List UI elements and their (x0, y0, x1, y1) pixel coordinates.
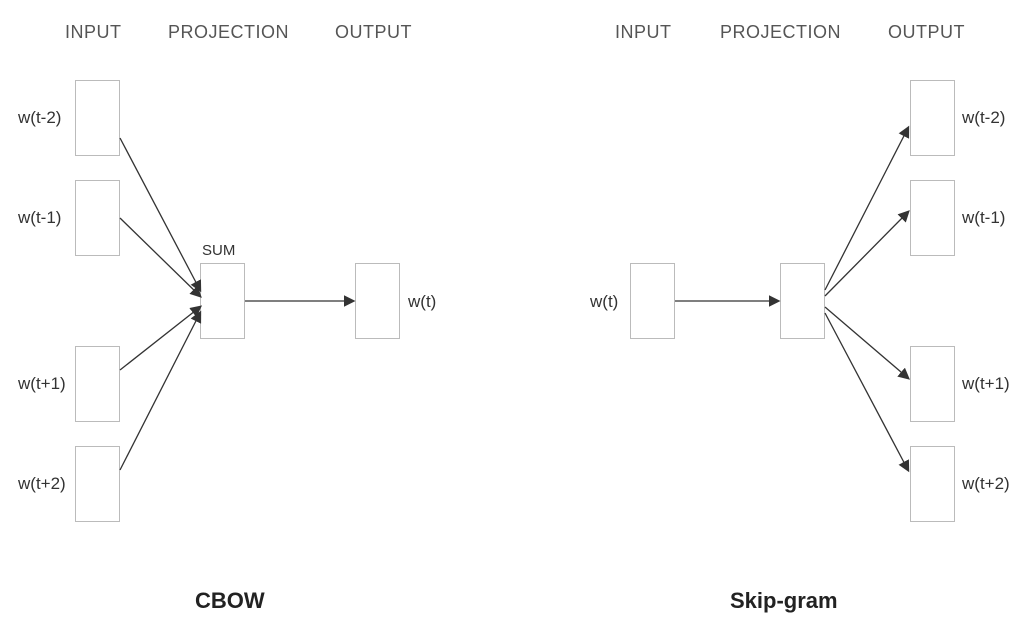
skipgram-input-label: w(t) (590, 292, 618, 312)
cbow-input-label-0: w(t-2) (18, 108, 61, 128)
cbow-input-label-1: w(t-1) (18, 208, 61, 228)
cbow-output-label: w(t) (408, 292, 436, 312)
header-projection-right: PROJECTION (720, 22, 841, 43)
skipgram-output-box-2 (910, 346, 955, 422)
diagram-canvas: INPUT PROJECTION OUTPUT INPUT PROJECTION… (0, 0, 1024, 642)
skipgram-title: Skip-gram (730, 588, 838, 614)
header-input-right: INPUT (615, 22, 672, 43)
header-projection-left: PROJECTION (168, 22, 289, 43)
header-output-left: OUTPUT (335, 22, 412, 43)
cbow-input-box-0 (75, 80, 120, 156)
cbow-input-label-3: w(t+2) (18, 474, 66, 494)
skipgram-projection-box (780, 263, 825, 339)
skipgram-input-box (630, 263, 675, 339)
cbow-input-box-1 (75, 180, 120, 256)
skipgram-output-label-1: w(t-1) (962, 208, 1005, 228)
skipgram-output-label-2: w(t+1) (962, 374, 1010, 394)
cbow-output-box (355, 263, 400, 339)
cbow-input-box-3 (75, 446, 120, 522)
cbow-input-label-2: w(t+1) (18, 374, 66, 394)
skipgram-output-box-0 (910, 80, 955, 156)
cbow-sum-label: SUM (202, 242, 235, 259)
skipgram-output-label-3: w(t+2) (962, 474, 1010, 494)
skipgram-output-box-3 (910, 446, 955, 522)
header-input-left: INPUT (65, 22, 122, 43)
skipgram-output-box-1 (910, 180, 955, 256)
cbow-title: CBOW (195, 588, 265, 614)
cbow-input-box-2 (75, 346, 120, 422)
cbow-projection-box (200, 263, 245, 339)
skipgram-output-label-0: w(t-2) (962, 108, 1005, 128)
header-output-right: OUTPUT (888, 22, 965, 43)
arrows-layer (0, 0, 1024, 642)
